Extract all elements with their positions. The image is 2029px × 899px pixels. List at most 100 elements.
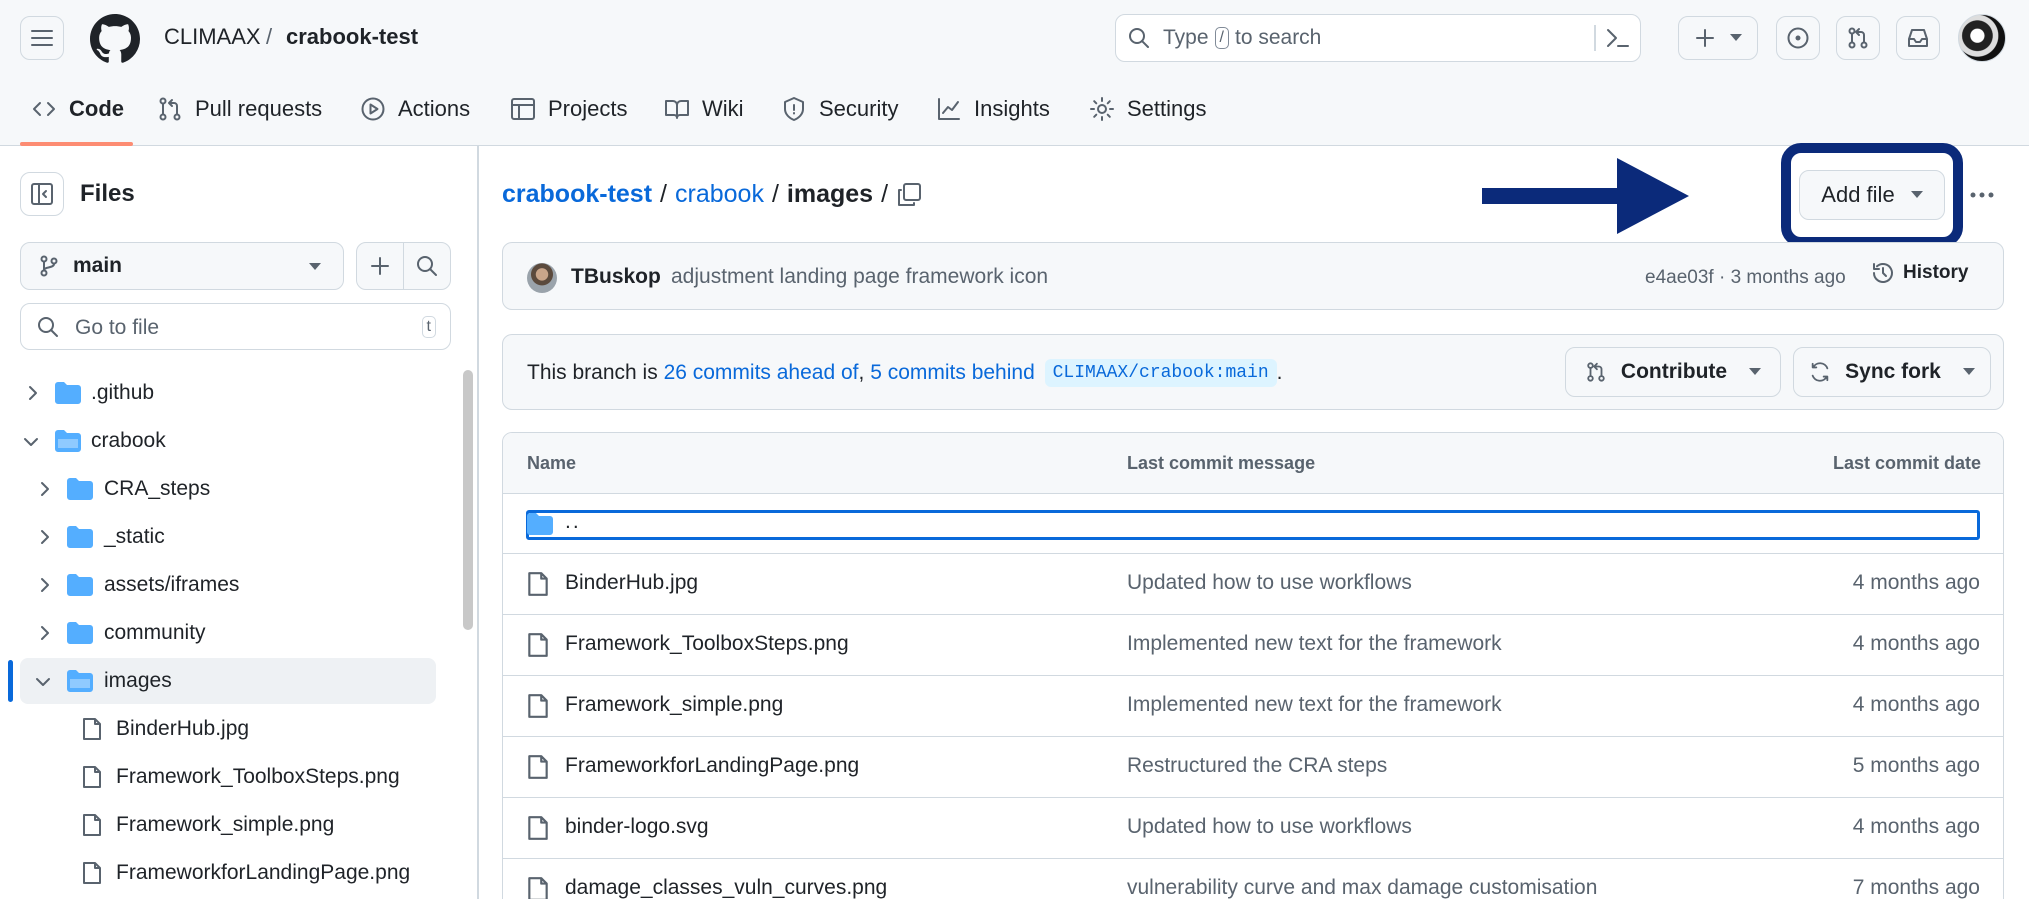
tree-item-framework-toolbox[interactable]: Framework_ToolboxSteps.png xyxy=(10,754,436,800)
copy-path-icon[interactable] xyxy=(896,182,922,208)
table-row[interactable]: BinderHub.jpg Updated how to use workflo… xyxy=(503,553,2004,614)
file-icon xyxy=(528,755,548,779)
folder-icon xyxy=(67,622,93,644)
tree-item-label: _static xyxy=(104,525,165,548)
add-file-label: Add file xyxy=(1821,182,1895,207)
tree-item-label: images xyxy=(104,669,172,692)
owner-link[interactable]: CLIMAAX xyxy=(164,24,261,50)
table-row[interactable]: damage_classes_vuln_curves.png vulnerabi… xyxy=(503,858,2004,899)
history-button[interactable]: History xyxy=(1871,261,1968,285)
tree-item-github[interactable]: .github xyxy=(10,370,436,416)
chevron-down-icon xyxy=(24,438,38,446)
avatar[interactable] xyxy=(527,263,557,293)
tab-security[interactable]: Security xyxy=(781,96,898,122)
commit-message[interactable]: vulnerability curve and max damage custo… xyxy=(1127,876,1597,899)
tab-wiki[interactable]: Wiki xyxy=(664,96,744,122)
commit-message[interactable]: Implemented new text for the framework xyxy=(1127,632,1502,656)
branch-selector[interactable]: main xyxy=(20,242,344,290)
tree-item-framework-landing[interactable]: FrameworkforLandingPage.png xyxy=(10,850,436,896)
commit-message[interactable]: Implemented new text for the framework xyxy=(1127,693,1502,717)
add-file-sidebar-button[interactable] xyxy=(356,242,404,290)
breadcrumb-root-link[interactable]: crabook-test xyxy=(502,180,652,209)
sync-fork-button[interactable]: Sync fork xyxy=(1793,347,1991,397)
file-name[interactable]: FrameworkforLandingPage.png xyxy=(565,754,859,778)
commit-message[interactable]: Restructured the CRA steps xyxy=(1127,754,1387,778)
tree-item-static[interactable]: _static xyxy=(10,514,436,560)
table-row[interactable]: binder-logo.svg Updated how to use workf… xyxy=(503,797,2004,858)
commit-message[interactable]: adjustment landing page framework icon xyxy=(671,265,1048,289)
upstream-branch[interactable]: CLIMAAX/crabook:main xyxy=(1044,359,1277,387)
commit-author[interactable]: TBuskop xyxy=(571,265,661,289)
contribute-button[interactable]: Contribute xyxy=(1565,347,1781,397)
file-name[interactable]: binder-logo.svg xyxy=(565,815,709,839)
add-file-button[interactable]: Add file xyxy=(1799,170,1945,220)
search-files-button[interactable] xyxy=(403,242,451,290)
table-row[interactable]: Framework_simple.png Implemented new tex… xyxy=(503,675,2004,736)
table-row[interactable]: FrameworkforLandingPage.png Restructured… xyxy=(503,736,2004,797)
tree-item-framework-simple[interactable]: Framework_simple.png xyxy=(10,802,436,848)
inbox-button[interactable] xyxy=(1896,16,1940,60)
plus-icon xyxy=(1696,29,1714,47)
issues-button[interactable] xyxy=(1776,16,1820,60)
code-icon xyxy=(33,102,55,116)
file-name[interactable]: Framework_simple.png xyxy=(565,693,783,717)
commits-ahead-link[interactable]: 26 commits ahead of xyxy=(664,361,859,385)
folder-icon xyxy=(55,382,81,404)
command-palette-icon[interactable] xyxy=(1606,27,1630,49)
file-icon xyxy=(83,862,101,884)
menu-button[interactable] xyxy=(20,16,64,60)
commit-message[interactable]: Updated how to use workflows xyxy=(1127,571,1412,595)
tree-item-crabook[interactable]: crabook xyxy=(10,418,436,464)
search-shortcut-key: / xyxy=(1214,27,1229,49)
caret-down-icon xyxy=(1910,191,1923,198)
tab-pull-requests[interactable]: Pull requests xyxy=(157,96,322,122)
tree-item-label: Framework_ToolboxSteps.png xyxy=(116,765,400,788)
selected-indicator xyxy=(8,660,13,702)
table-header: Name Last commit message Last commit dat… xyxy=(503,433,2003,493)
caret-down-icon xyxy=(1730,34,1742,41)
tab-code[interactable]: Code xyxy=(31,96,124,122)
chevron-down-icon xyxy=(36,678,50,686)
github-logo-icon[interactable] xyxy=(90,14,140,64)
sidebar-scrollbar[interactable] xyxy=(463,370,473,630)
file-name[interactable]: BinderHub.jpg xyxy=(565,571,698,595)
chevron-right-icon xyxy=(41,626,49,640)
commit-meta[interactable]: e4ae03f · 3 months ago xyxy=(1645,267,1846,289)
commits-behind-link[interactable]: 5 commits behind xyxy=(870,361,1035,385)
tree-item-label: FrameworkforLandingPage.png xyxy=(116,861,411,884)
sidebar-divider xyxy=(477,146,479,899)
more-options-button[interactable] xyxy=(1962,172,2002,218)
tree-item-binderhub[interactable]: BinderHub.jpg xyxy=(10,706,436,752)
tab-label: Projects xyxy=(548,96,628,121)
breadcrumb-separator: / xyxy=(660,180,667,208)
tree-item-images[interactable]: images xyxy=(20,658,436,704)
tab-actions[interactable]: Actions xyxy=(360,96,470,122)
avatar[interactable] xyxy=(1958,14,2006,62)
gear-icon xyxy=(1090,97,1114,121)
tree-item-assets-iframes[interactable]: assets/iframes xyxy=(10,562,436,608)
commit-message[interactable]: Updated how to use workflows xyxy=(1127,815,1412,839)
create-new-button[interactable] xyxy=(1678,16,1758,60)
go-to-file-input[interactable]: Go to file t xyxy=(20,303,451,350)
file-name[interactable]: damage_classes_vuln_curves.png xyxy=(565,876,887,899)
tab-insights[interactable]: Insights xyxy=(936,96,1050,122)
commit-date: 4 months ago xyxy=(1852,693,1980,716)
parent-directory-row[interactable]: .. xyxy=(503,493,2003,554)
tree-item-community[interactable]: community xyxy=(10,610,436,656)
pull-requests-button[interactable] xyxy=(1836,16,1880,60)
tab-settings[interactable]: Settings xyxy=(1089,96,1207,122)
repo-link[interactable]: crabook-test xyxy=(286,24,418,50)
latest-commit-box: TBuskop adjustment landing page framewor… xyxy=(502,242,2004,310)
search-input[interactable]: Type / to search xyxy=(1115,14,1641,62)
folder-open-icon xyxy=(55,430,81,452)
tab-projects[interactable]: Projects xyxy=(510,96,627,122)
breadcrumb-folder-link[interactable]: crabook xyxy=(675,180,764,209)
tree-item-cra-steps[interactable]: CRA_steps xyxy=(10,466,436,512)
search-icon xyxy=(417,256,437,276)
breadcrumb-trailing: / xyxy=(881,180,889,208)
table-row[interactable]: Framework_ToolboxSteps.png Implemented n… xyxy=(503,614,2004,675)
search-placeholder-prefix: Type xyxy=(1163,26,1209,49)
file-name[interactable]: Framework_ToolboxSteps.png xyxy=(565,632,849,656)
global-header: CLIMAAX / crabook-test Type / to search … xyxy=(0,0,2029,146)
collapse-sidebar-button[interactable] xyxy=(20,172,64,216)
